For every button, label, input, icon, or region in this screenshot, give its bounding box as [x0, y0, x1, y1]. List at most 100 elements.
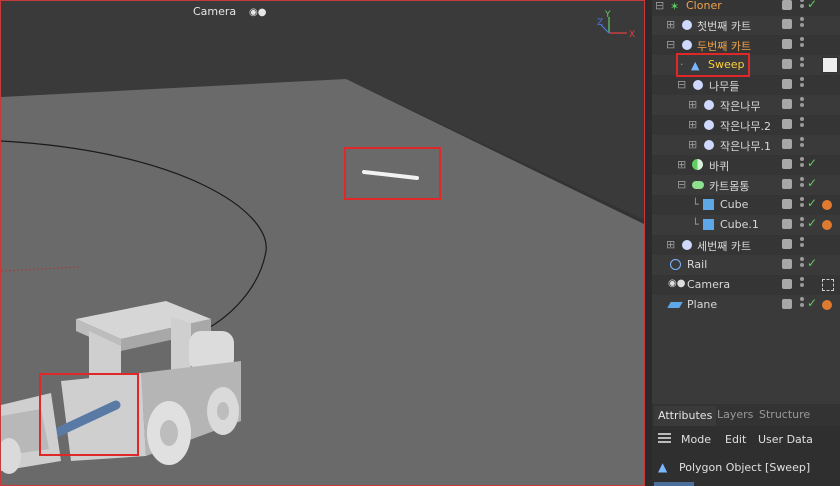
- tree-row[interactable]: ⊞ 작은나무: [652, 95, 840, 115]
- tree-row[interactable]: Plane ✓: [652, 295, 840, 315]
- edit-toggle[interactable]: [782, 199, 792, 209]
- edit-toggle[interactable]: [782, 79, 792, 89]
- visibility-dots[interactable]: [800, 277, 805, 289]
- enabled-check-icon[interactable]: ✓: [807, 156, 817, 170]
- object-name[interactable]: 작은나무: [720, 98, 760, 114]
- visibility-dots[interactable]: [800, 37, 805, 49]
- tab-structure[interactable]: Structure: [759, 408, 810, 421]
- material-tag-icon[interactable]: [822, 300, 832, 310]
- tree-row[interactable]: ⊟ 카트몸통 ✓: [652, 175, 840, 195]
- svg-text:Z: Z: [597, 18, 603, 28]
- visibility-dots[interactable]: [800, 177, 805, 189]
- plane-icon: [667, 302, 683, 308]
- edit-toggle[interactable]: [782, 99, 792, 109]
- edit-toggle[interactable]: [782, 179, 792, 189]
- object-name[interactable]: 작은나무.2: [720, 118, 771, 134]
- tree-row[interactable]: ⊞ 작은나무.1: [652, 135, 840, 155]
- visibility-dots[interactable]: [800, 117, 805, 129]
- material-tag-icon[interactable]: [822, 200, 832, 210]
- cube-icon: [703, 199, 714, 210]
- object-name[interactable]: 세번째 카트: [697, 238, 751, 254]
- object-name[interactable]: Cube: [720, 198, 748, 211]
- object-name[interactable]: 나무들: [709, 78, 739, 94]
- tab-attributes[interactable]: Attributes: [654, 406, 717, 426]
- tree-row[interactable]: ◉● Camera: [652, 275, 840, 295]
- object-name[interactable]: Cloner: [686, 0, 722, 12]
- tab-layers[interactable]: Layers: [717, 408, 753, 421]
- tree-row[interactable]: └ Cube.1 ✓: [652, 215, 840, 235]
- object-name[interactable]: Camera: [687, 278, 730, 291]
- tree-row[interactable]: ⊟ ✶ Cloner ✓: [652, 0, 840, 16]
- edit-toggle[interactable]: [782, 19, 792, 29]
- visibility-dots[interactable]: [800, 57, 805, 69]
- attributes-tabs: Attributes Layers Structure: [652, 404, 840, 426]
- tree-row[interactable]: └ Cube ✓: [652, 195, 840, 215]
- edit-toggle[interactable]: [782, 259, 792, 269]
- edit-toggle[interactable]: [782, 39, 792, 49]
- menu-edit[interactable]: Edit: [725, 433, 746, 446]
- visibility-dots[interactable]: [800, 97, 805, 109]
- object-type-label: Polygon Object [Sweep]: [679, 461, 811, 474]
- tree-row[interactable]: ⊞ 바퀴 ✓: [652, 155, 840, 175]
- null-icon: [693, 80, 703, 90]
- tree-row[interactable]: ⊟ 두번째 카트: [652, 35, 840, 55]
- edit-toggle[interactable]: [782, 239, 792, 249]
- highlight-box: [39, 373, 139, 456]
- edit-toggle[interactable]: [782, 279, 792, 289]
- tree-row[interactable]: ⊞ 세번째 카트: [652, 235, 840, 255]
- highlight-box: [344, 147, 441, 200]
- sweep-icon: ▲: [658, 460, 668, 474]
- object-name[interactable]: 첫번째 카트: [697, 18, 751, 34]
- object-name[interactable]: Rail: [687, 258, 707, 271]
- enabled-check-icon[interactable]: ✓: [807, 296, 817, 310]
- enabled-check-icon[interactable]: ✓: [807, 216, 817, 230]
- tree-row[interactable]: ⊞ 첫번째 카트: [652, 15, 840, 35]
- visibility-dots[interactable]: [800, 77, 805, 89]
- enabled-check-icon[interactable]: ✓: [807, 0, 817, 11]
- edit-toggle[interactable]: [782, 59, 792, 69]
- enabled-check-icon[interactable]: ✓: [807, 176, 817, 190]
- visibility-dots[interactable]: [800, 257, 805, 269]
- visibility-dots[interactable]: [800, 217, 805, 229]
- visibility-dots[interactable]: [800, 237, 805, 249]
- attributes-object-title: ▲ Polygon Object [Sweep]: [652, 458, 840, 478]
- edit-toggle[interactable]: [782, 119, 792, 129]
- svg-text:X: X: [629, 30, 635, 40]
- edit-toggle[interactable]: [782, 299, 792, 309]
- target-tag-icon[interactable]: [822, 279, 834, 291]
- tab-strip[interactable]: [654, 482, 694, 486]
- menu-mode[interactable]: Mode: [681, 433, 711, 446]
- visibility-dots[interactable]: [800, 137, 805, 149]
- material-tag-icon[interactable]: [822, 220, 832, 230]
- visibility-dots[interactable]: [800, 297, 805, 309]
- tree-row[interactable]: Rail ✓: [652, 255, 840, 275]
- null-icon: [704, 100, 714, 110]
- svg-text:Y: Y: [604, 10, 611, 20]
- edit-toggle[interactable]: [782, 159, 792, 169]
- object-name[interactable]: 두번째 카트: [697, 38, 751, 54]
- edit-toggle[interactable]: [782, 139, 792, 149]
- cloner-icon: ✶: [670, 0, 680, 13]
- attributes-panel[interactable]: Attributes Layers Structure Mode Edit Us…: [652, 404, 840, 486]
- menu-user-data[interactable]: User Data: [758, 433, 813, 446]
- camera-icon[interactable]: ◉●: [249, 7, 266, 18]
- viewport-camera-label[interactable]: Camera: [193, 5, 236, 18]
- object-name[interactable]: 작은나무.1: [720, 138, 771, 154]
- texture-tag-icon[interactable]: [822, 57, 838, 73]
- tree-row[interactable]: ⊞ 작은나무.2: [652, 115, 840, 135]
- tree-row[interactable]: ⊟ 나무들: [652, 75, 840, 95]
- 3d-viewport[interactable]: Y X Z Camera ◉●: [0, 0, 645, 486]
- visibility-dots[interactable]: [800, 157, 805, 169]
- object-name[interactable]: 카트몸통: [709, 178, 749, 194]
- menu-icon[interactable]: [658, 433, 671, 443]
- visibility-dots[interactable]: [800, 0, 805, 10]
- object-name[interactable]: 바퀴: [709, 158, 729, 174]
- enabled-check-icon[interactable]: ✓: [807, 196, 817, 210]
- object-name[interactable]: Plane: [687, 298, 717, 311]
- visibility-dots[interactable]: [800, 197, 805, 209]
- object-name[interactable]: Cube.1: [720, 218, 759, 231]
- edit-toggle[interactable]: [782, 0, 792, 10]
- edit-toggle[interactable]: [782, 219, 792, 229]
- visibility-dots[interactable]: [800, 17, 805, 29]
- enabled-check-icon[interactable]: ✓: [807, 256, 817, 270]
